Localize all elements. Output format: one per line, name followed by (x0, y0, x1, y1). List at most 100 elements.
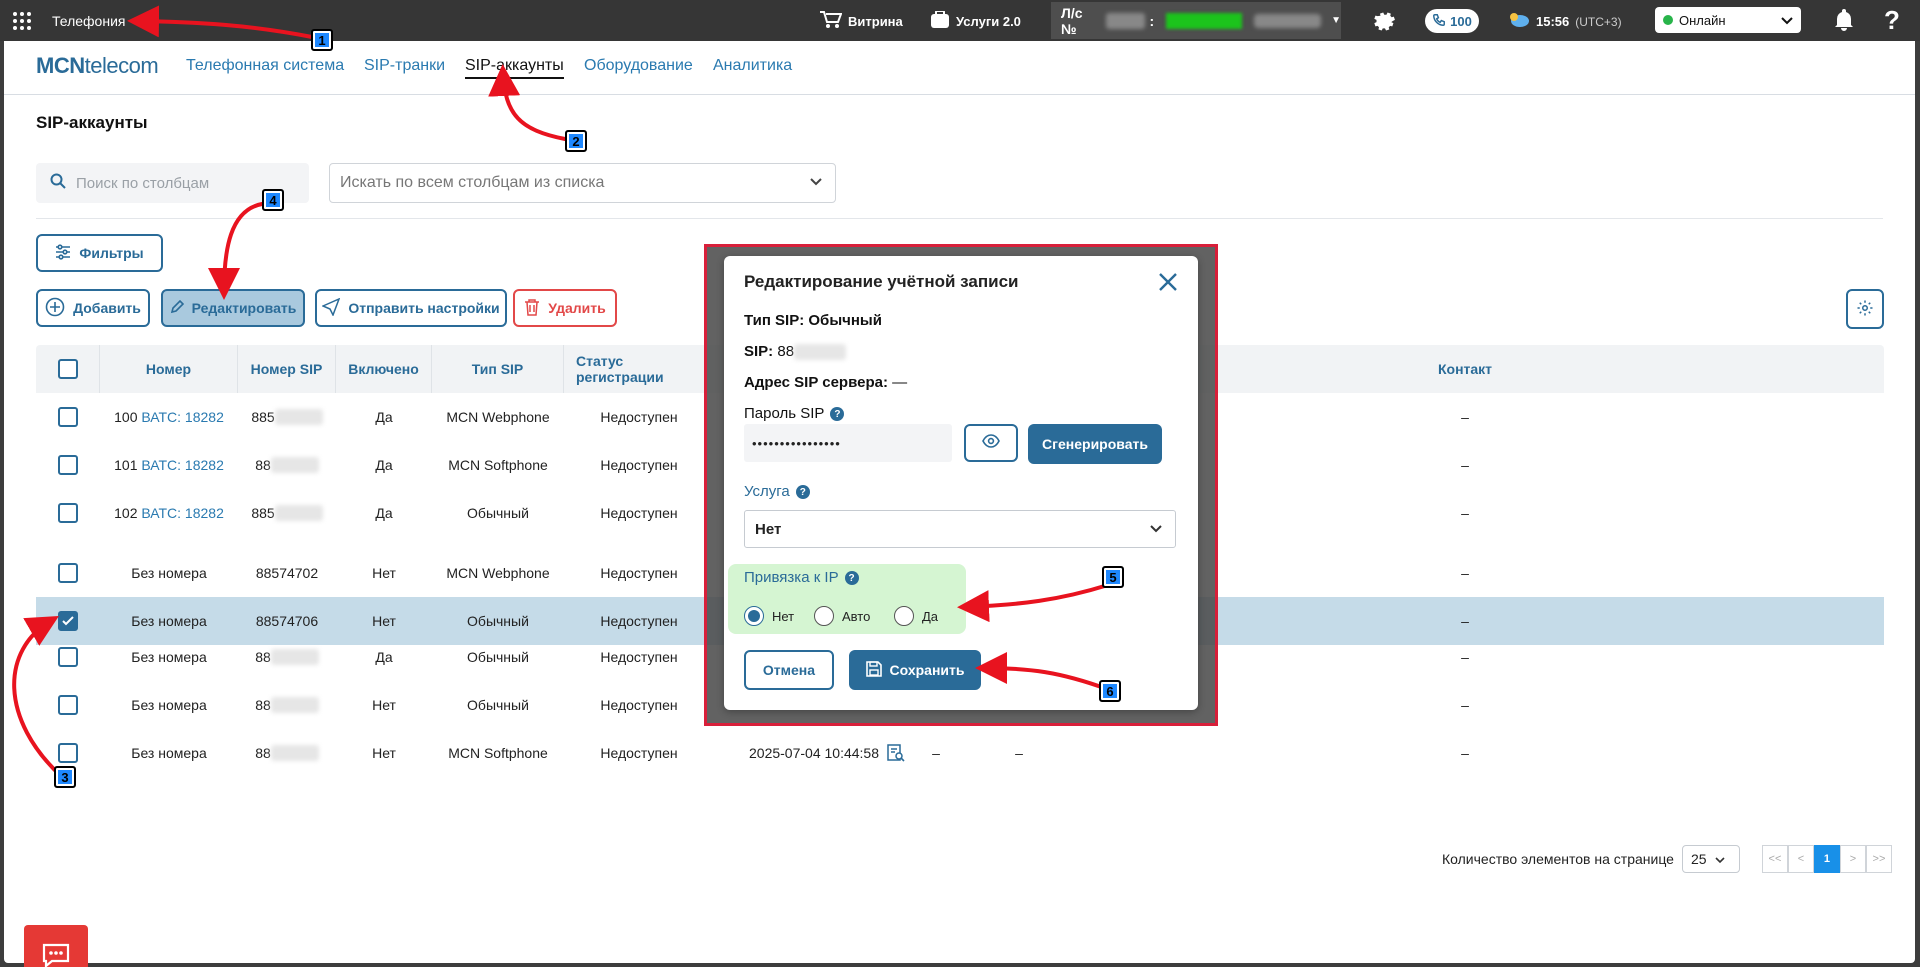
vats-link[interactable]: ВАТС: 18282 (141, 457, 224, 473)
gear-icon[interactable] (1370, 8, 1396, 37)
help-icon[interactable]: ? (1884, 5, 1900, 36)
row-checkbox[interactable] (58, 743, 78, 763)
search-all-columns-select[interactable]: Искать по всем столбцам из списка (329, 163, 836, 203)
cell-contact: – (1461, 649, 1469, 665)
row-checkbox[interactable] (58, 563, 78, 583)
row-number: Без номера (131, 565, 207, 581)
vats-link[interactable]: ВАТС: 18282 (141, 505, 224, 521)
status-select[interactable]: Онлайн (1655, 7, 1801, 33)
header-sip-number[interactable]: Номер SIP (238, 345, 336, 393)
services-label: Услуги 2.0 (956, 14, 1021, 29)
header-reg-status[interactable]: Статус регистрации (564, 345, 714, 393)
cell-dash: – (1015, 745, 1023, 761)
plus-circle-icon (45, 297, 65, 320)
generate-button[interactable]: Сгенерировать (1028, 424, 1162, 464)
nav-sip-trunks[interactable]: SIP-транки (364, 57, 445, 75)
nav-analytics[interactable]: Аналитика (713, 57, 792, 75)
radio-icon (744, 606, 764, 626)
logo[interactable]: MCNtelecom (36, 53, 159, 79)
password-label: Пароль SIP (744, 405, 825, 422)
add-button[interactable]: Добавить (36, 289, 150, 327)
cell-number: Без номера (100, 681, 238, 729)
row-checkbox-cell (36, 633, 100, 681)
app-title[interactable]: Телефония (52, 13, 125, 29)
cell-number: Без номера (100, 729, 238, 777)
vats-link[interactable]: ВАТС: 18282 (141, 409, 224, 425)
server-value: — (892, 374, 908, 391)
page-size-select[interactable]: 25 (1681, 845, 1740, 873)
sip-masked (270, 457, 319, 473)
row-checkbox[interactable] (58, 455, 78, 475)
prev-page-button[interactable]: < (1787, 845, 1814, 873)
annotation-2: 2 (565, 130, 587, 152)
row-checkbox[interactable] (58, 503, 78, 523)
ip-option-auto[interactable]: Авто (814, 606, 870, 626)
row-checkbox[interactable] (58, 407, 78, 427)
sip-masked (270, 697, 319, 713)
account-name-masked (1166, 12, 1242, 29)
delete-button[interactable]: Удалить (513, 289, 617, 327)
account-selector[interactable]: Л/с № : ▼ (1051, 2, 1341, 39)
bell-icon[interactable] (1834, 9, 1854, 34)
sip-number: 885 (251, 409, 275, 425)
ip-label: Привязка к IP (744, 569, 839, 586)
chat-widget-button[interactable] (24, 925, 88, 967)
log-search-icon[interactable] (876, 729, 916, 777)
next-page-button[interactable]: > (1839, 845, 1866, 873)
cell-sip-type: Обычный (467, 697, 529, 713)
sip-number: 88574706 (255, 613, 319, 629)
show-password-button[interactable] (964, 424, 1018, 462)
row-number: Без номера (131, 649, 207, 665)
sip-line: SIP: 88 (744, 343, 847, 361)
save-button[interactable]: Сохранить (849, 650, 981, 690)
showcase-link[interactable]: Витрина (820, 11, 903, 32)
nav-sip-accounts[interactable]: SIP-аккаунты (465, 57, 564, 79)
row-number: Без номера (131, 745, 207, 761)
help-icon[interactable]: ? (830, 407, 845, 422)
first-page-button[interactable]: << (1761, 845, 1788, 873)
header-contact[interactable]: Контакт (1390, 345, 1540, 393)
edit-button[interactable]: Редактировать (161, 289, 305, 327)
row-checkbox[interactable] (58, 647, 78, 667)
filters-button[interactable]: Фильтры (36, 234, 163, 272)
select-all-checkbox[interactable] (57, 359, 78, 379)
apps-grid-icon[interactable] (12, 11, 32, 34)
dialog-title: Редактирование учётной записи (744, 272, 1019, 291)
sip-type-line: Тип SIP: Обычный (744, 312, 882, 329)
nav-telephony-system[interactable]: Телефонная система (186, 57, 344, 75)
annotation-5: 5 (1102, 566, 1124, 588)
send-settings-button[interactable]: Отправить настройки (315, 289, 507, 327)
page-1-button[interactable]: 1 (1813, 845, 1840, 873)
help-icon[interactable]: ? (795, 485, 810, 500)
header-number[interactable]: Номер (100, 345, 238, 393)
nav-equipment[interactable]: Оборудование (584, 57, 693, 75)
cell-date: 2025-07-04 10:44:58 (749, 745, 879, 761)
header-sip-type[interactable]: Тип SIP (432, 345, 564, 393)
sip-type-value: Обычный (808, 312, 882, 329)
last-page-button[interactable]: >> (1865, 845, 1892, 873)
table-row[interactable]: Без номера 88 Нет MCN Softphone Недоступен 20… (36, 729, 1884, 777)
status-text: Онлайн (1679, 12, 1726, 28)
radio-icon (814, 606, 834, 626)
header-enabled[interactable]: Включено (336, 345, 432, 393)
help-icon[interactable]: ? (844, 571, 859, 586)
row-checkbox[interactable] (58, 695, 78, 715)
ip-option-none[interactable]: Нет (744, 606, 794, 626)
table-settings-button[interactable] (1846, 289, 1884, 329)
calls-badge[interactable]: 100 (1425, 9, 1479, 33)
cell-enabled: Нет (372, 745, 396, 761)
ip-option-yes[interactable]: Да (894, 606, 938, 626)
cell-sip-number: 88574702 (238, 549, 336, 597)
cancel-button[interactable]: Отмена (744, 650, 834, 690)
password-field[interactable]: •••••••••••••••• (744, 424, 952, 462)
sliders-icon (55, 243, 71, 263)
floppy-icon (865, 660, 882, 680)
eye-icon (982, 433, 1000, 453)
close-icon[interactable] (1158, 272, 1178, 297)
service-select[interactable]: Нет (744, 510, 1176, 548)
gear-icon (1856, 299, 1874, 320)
search-all-text: Искать по всем столбцам из списка (340, 174, 605, 191)
services-link[interactable]: Услуги 2.0 (930, 10, 1021, 32)
account-paren-masked (1253, 13, 1322, 28)
row-checkbox[interactable] (58, 611, 78, 631)
